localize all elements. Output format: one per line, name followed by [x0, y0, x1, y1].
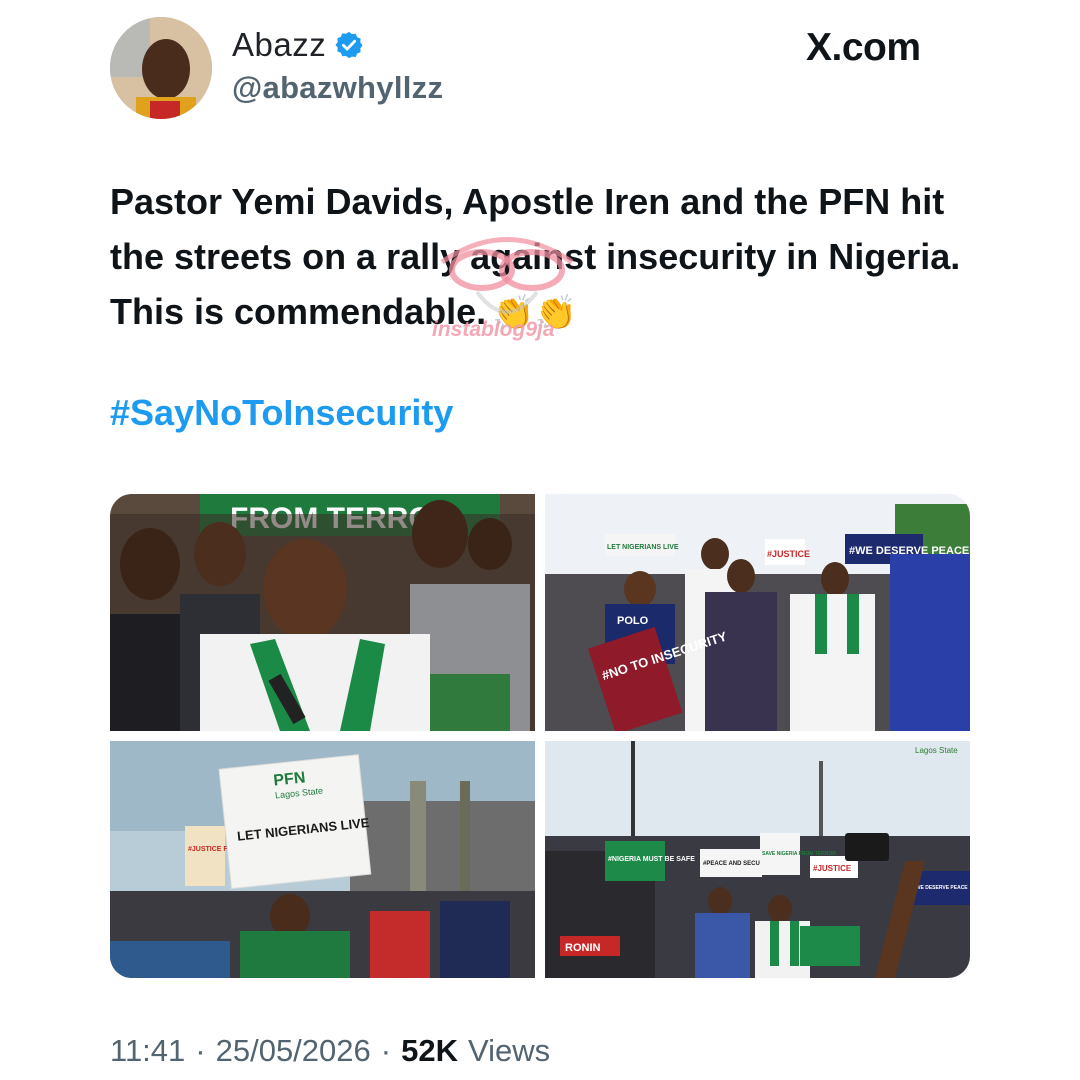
- meta-separator: ·: [195, 1033, 206, 1068]
- views-count: 52K: [401, 1033, 458, 1068]
- photo-2[interactable]: #WE DESERVE PEACE #JUSTICE LET NIGERIANS…: [545, 494, 970, 731]
- photo-4-sign-justice: #JUSTICE: [813, 864, 852, 873]
- watermark-text: instablog9ja: [432, 318, 555, 341]
- author-display-name[interactable]: Abazz: [232, 26, 326, 64]
- photo-4-camera-text: RONIN: [565, 942, 601, 954]
- tweet-meta: 11:41 · 25/05/2026 · 52K Views: [110, 1033, 550, 1069]
- photo-1[interactable]: FROM TERROR: [110, 494, 535, 731]
- hashtag-link[interactable]: #SayNoToInsecurity: [110, 392, 453, 434]
- photo-4-watermark-lagos: Lagos State: [915, 746, 958, 755]
- author-handle[interactable]: @abazwhyllzz: [232, 70, 443, 106]
- tweet-time[interactable]: 11:41: [110, 1033, 185, 1069]
- platform-logo: X.com: [806, 26, 921, 69]
- media-grid: FROM TERROR #WE DESERVE PEACE: [110, 494, 970, 978]
- photo-4-sign-nigeria: #NIGERIA MUST BE SAFE: [608, 856, 695, 863]
- photo-3[interactable]: #JUSTICE FOR THE OPPRESSED PFN Lagos Sta…: [110, 741, 535, 978]
- views-label: Views: [467, 1033, 551, 1068]
- photo-2-shirt-text: POLO: [617, 615, 649, 627]
- photo-4-sign-deserve: #WE DESERVE PEACE: [913, 885, 968, 891]
- photo-3-sign-pfn: PFN: [273, 769, 307, 789]
- photo-2-sign-live: LET NIGERIANS LIVE: [607, 544, 679, 551]
- photo-2-sign-justice: #JUSTICE: [767, 549, 810, 559]
- avatar[interactable]: [110, 17, 212, 119]
- photo-4[interactable]: Lagos State RONIN #NIGERIA MUST BE SAFE …: [545, 741, 970, 978]
- meta-separator: ·: [380, 1033, 392, 1068]
- tweet-text: Pastor Yemi Davids, Apostle Iren and the…: [110, 174, 990, 341]
- verified-badge-icon: [335, 31, 363, 59]
- author-name-row[interactable]: Abazz: [232, 26, 364, 64]
- tweet-date[interactable]: 25/05/2026: [216, 1033, 371, 1069]
